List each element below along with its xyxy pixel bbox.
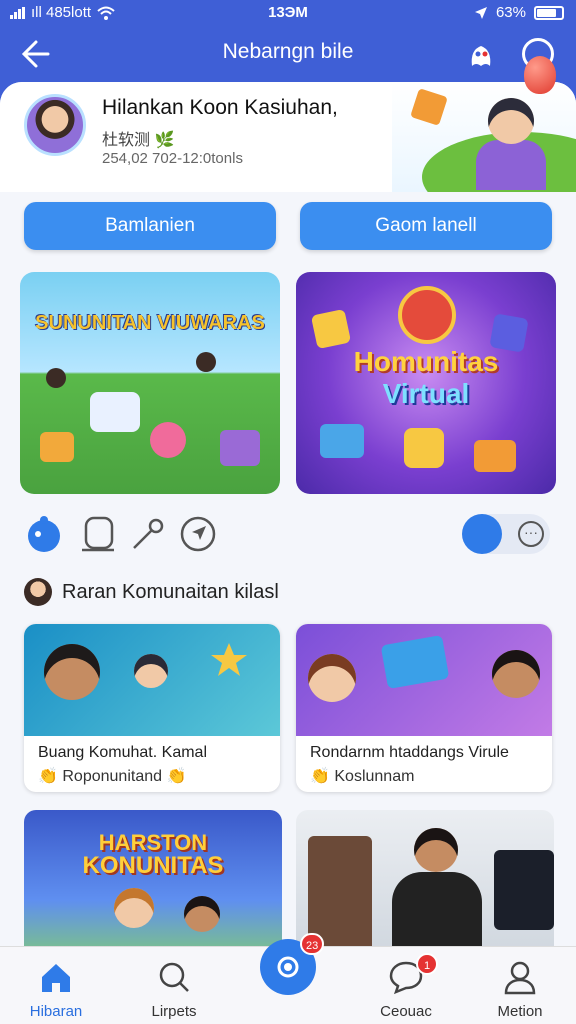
- podium-icon: [90, 392, 140, 432]
- avatar[interactable]: [24, 94, 86, 156]
- feature-title-line2: Virtual: [382, 378, 470, 409]
- tab-chat[interactable]: 1 Ceouac: [356, 953, 456, 1023]
- controller-icon: [320, 424, 364, 458]
- card-thumbnail: [24, 624, 280, 736]
- hero-illustration: [392, 82, 576, 192]
- main-content: Hilankan Koon Kasiuhan, 杜软测 🌿 254,02 702…: [0, 82, 576, 1024]
- quick-action-row: ···: [24, 514, 554, 558]
- child-figure: [134, 654, 168, 688]
- toggle-active-knob: [462, 514, 502, 554]
- home-icon: [42, 964, 70, 992]
- navigate-icon[interactable]: [178, 514, 218, 554]
- child-figure: [46, 368, 66, 388]
- gift-icon: [220, 430, 260, 466]
- primary-left-button[interactable]: Bamlanien: [24, 202, 276, 250]
- card-title: Rondarnm htaddangs Virule: [310, 744, 509, 761]
- toy-cube-icon: [410, 88, 448, 126]
- app-header: Nebarngn bile: [0, 26, 576, 84]
- woman-figure: [492, 650, 540, 698]
- primary-right-button[interactable]: Gaom lanell: [300, 202, 552, 250]
- boy-figure: [114, 888, 154, 928]
- fab-badge: 23: [300, 933, 325, 955]
- more-icon[interactable]: ···: [518, 521, 544, 547]
- monitor-icon: [494, 850, 554, 930]
- feature-card-community[interactable]: SUNUNITAN VIUWARAS: [20, 272, 280, 494]
- section-avatar: [24, 578, 52, 606]
- game-tile-icon: [310, 308, 352, 350]
- card-title: Buang Komuhat. Kamal: [38, 744, 207, 761]
- content-card[interactable]: Buang Komuhat. Kamal 👏 Roponunitand 👏: [24, 624, 280, 792]
- battery-percent: 63%: [495, 4, 526, 21]
- character-body: [476, 140, 546, 190]
- profile-name: Hilankan Koon Kasiuhan,: [102, 96, 338, 119]
- sofa-icon: [474, 440, 516, 472]
- profile-subtitle: 杜软测 🌿: [102, 132, 175, 149]
- screen-device-icon: [380, 634, 450, 690]
- heart-tile-icon: [404, 428, 444, 468]
- host-figure: [414, 828, 458, 872]
- tab-profile[interactable]: Metion: [470, 959, 570, 1023]
- bottom-tab-bar: Hibaran Lirpets 23 1 Ceouac Metion: [0, 933, 576, 1024]
- view-toggle[interactable]: ···: [462, 514, 550, 554]
- search-chat-icon: [159, 962, 189, 992]
- tab-explore[interactable]: Lirpets: [124, 959, 224, 1023]
- settings-camera-icon: [277, 956, 299, 978]
- battery-icon: [534, 5, 564, 20]
- section-header: Raran Komunaitan kilasl: [24, 576, 554, 608]
- feature-card-virtual[interactable]: Homunitas Virtual: [296, 272, 556, 494]
- location-icon: [474, 6, 487, 19]
- host-figure: [44, 644, 100, 700]
- tab-label: Lirpets: [151, 1003, 197, 1020]
- card-subtitle: 👏 Koslunnam: [310, 768, 415, 785]
- cake-icon: [150, 422, 186, 458]
- character-head: [488, 98, 534, 144]
- boy-figure: [184, 896, 220, 932]
- create-fab-button[interactable]: 23: [260, 933, 325, 995]
- card-thumbnail: [296, 624, 552, 736]
- tab-home[interactable]: Hibaran: [6, 959, 106, 1023]
- profile-card[interactable]: Hilankan Koon Kasiuhan, 杜软测 🌿 254,02 702…: [0, 82, 576, 192]
- child-figure: [196, 352, 216, 372]
- tab-label: Hibaran: [29, 1003, 83, 1020]
- banner-card-studio[interactable]: [296, 810, 554, 960]
- chat-badge: 1: [416, 953, 438, 975]
- feature-title: SUNUNITAN VIUWARAS: [35, 312, 265, 334]
- mascot-icon[interactable]: [466, 40, 496, 70]
- tab-label: Metion: [497, 1003, 543, 1020]
- banner-card-community[interactable]: HARSTON KONUNITAS: [24, 810, 282, 960]
- pin-icon[interactable]: [128, 514, 168, 554]
- section-title: Raran Komunaitan kilasl: [62, 581, 279, 603]
- status-bar: ıll 485lott 13ЭM 63%: [0, 0, 576, 26]
- status-right: 63%: [474, 4, 564, 21]
- person-icon: [504, 961, 536, 995]
- music-tile-icon: [489, 313, 529, 353]
- action-buttons: Bamlanien Gaom lanell: [24, 202, 554, 250]
- tab-label: Ceouac: [380, 1003, 432, 1020]
- emoji-badge-icon: [398, 286, 456, 344]
- content-card[interactable]: Rondarnm htaddangs Virule 👏 Koslunnam: [296, 624, 552, 792]
- girl-figure: [308, 654, 356, 702]
- tablet-icon[interactable]: [78, 514, 118, 554]
- banner-title-line2: KONUNITAS: [82, 852, 224, 879]
- star-icon: [211, 643, 247, 676]
- bulb-icon[interactable]: [24, 514, 64, 554]
- toy-block-icon: [40, 432, 74, 462]
- profile-date: 254,02 702-12:0tonls: [102, 150, 243, 167]
- balloon-icon: [524, 56, 556, 94]
- card-subtitle: 👏 Roponunitand 👏: [38, 768, 187, 785]
